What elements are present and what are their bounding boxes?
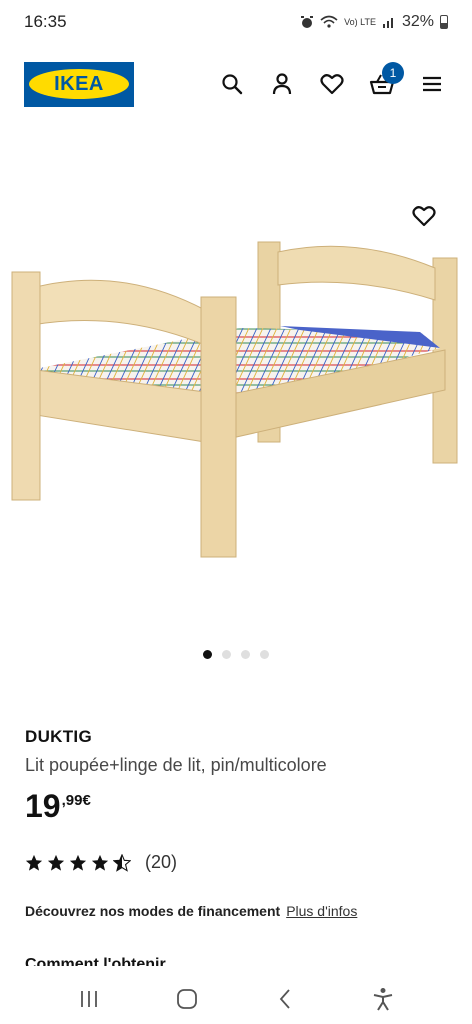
price-integer: 19 — [25, 788, 61, 824]
star-half-icon — [113, 853, 131, 872]
status-time: 16:35 — [24, 12, 67, 31]
financing-text: Découvrez nos modes de financement — [25, 903, 281, 919]
product-description: Lit poupée+linge de lit, pin/multicolore — [25, 755, 327, 775]
recent-apps-button[interactable] — [69, 979, 109, 1019]
home-button[interactable] — [167, 979, 207, 1019]
product-name: DUKTIG — [25, 727, 92, 746]
price-decimal: ,99€ — [61, 792, 91, 809]
product-rating[interactable]: (20) — [25, 852, 445, 873]
star-full-icon — [25, 854, 43, 871]
system-nav-bar — [0, 974, 472, 1024]
star-full-icon — [69, 854, 87, 871]
financing-row: Découvrez nos modes de financement Plus … — [25, 903, 445, 919]
home-icon — [177, 989, 197, 1009]
favourites-button[interactable] — [316, 68, 348, 100]
heart-icon — [412, 206, 436, 227]
accessibility-icon — [373, 988, 393, 1011]
logo-oval: IKEA — [29, 69, 129, 99]
carousel-dot[interactable] — [260, 650, 269, 659]
product-image[interactable] — [0, 180, 472, 600]
how-to-get-heading: Comment l'obtenir — [25, 956, 166, 966]
site-header: IKEA 1 — [0, 56, 472, 112]
status-bar: 16:35 Vo) LTE 32% — [0, 0, 472, 44]
back-icon — [279, 989, 290, 1009]
star-full-icon — [91, 854, 109, 871]
accessibility-button[interactable] — [363, 979, 403, 1019]
search-icon — [222, 74, 243, 95]
status-icons: Vo) LTE 32% — [300, 13, 448, 31]
battery-percent: 32% — [401, 13, 434, 30]
battery-icon — [440, 15, 448, 29]
star-full-icon — [47, 854, 65, 871]
doll-bed-illustration — [11, 241, 458, 558]
ikea-logo[interactable]: IKEA — [24, 61, 134, 107]
add-to-favourites-button[interactable] — [408, 200, 440, 232]
cart-count-badge: 1 — [382, 62, 404, 84]
product-info: DUKTIG Lit poupée+linge de lit, pin/mult… — [25, 727, 445, 919]
rating-count: (20) — [145, 852, 178, 872]
alarm-icon — [301, 16, 314, 28]
financing-more-info-link[interactable]: Plus d'infos — [286, 903, 357, 919]
wifi-icon — [320, 15, 338, 28]
recent-apps-icon — [81, 991, 97, 1007]
back-button[interactable] — [265, 979, 305, 1019]
carousel-dots — [0, 650, 472, 659]
search-button[interactable] — [216, 68, 248, 100]
header-icons: 1 — [216, 62, 448, 100]
product-price: 19 ,99€ — [25, 790, 445, 822]
carousel-dot-active[interactable] — [203, 650, 212, 659]
user-icon — [272, 73, 292, 95]
carousel-dot[interactable] — [241, 650, 250, 659]
heart-icon — [320, 74, 344, 95]
signal-icon — [382, 18, 393, 28]
account-button[interactable] — [266, 68, 298, 100]
carousel-dot[interactable] — [222, 650, 231, 659]
network-type: Vo) LTE — [344, 16, 376, 27]
menu-icon — [423, 76, 441, 92]
logo-text: IKEA — [54, 72, 104, 95]
basket-button[interactable]: 1 — [366, 62, 404, 100]
menu-button[interactable] — [416, 68, 448, 100]
